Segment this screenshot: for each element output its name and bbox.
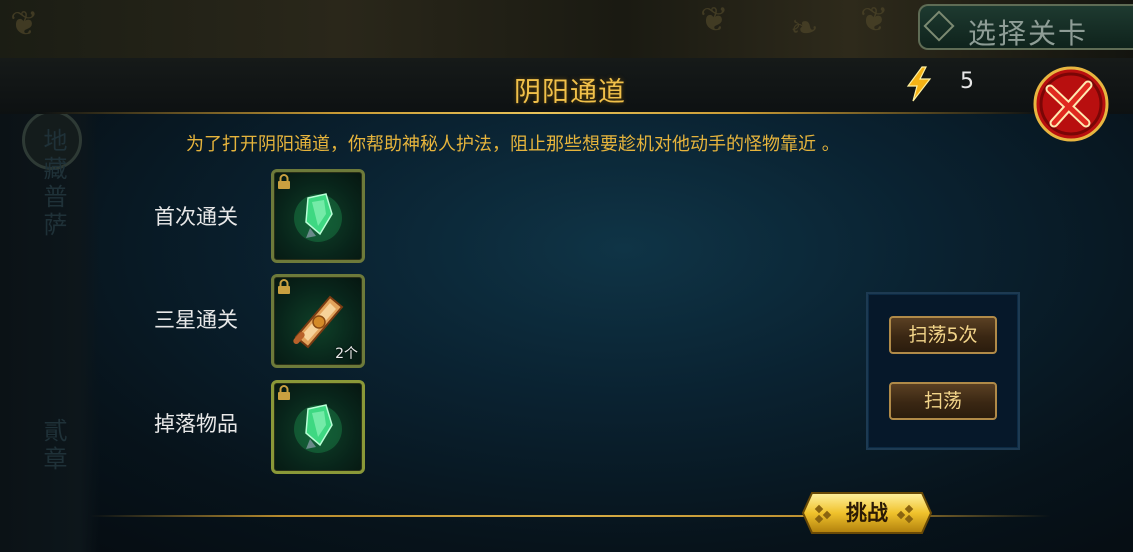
leaf-decoration-icon: ❦ bbox=[860, 0, 889, 40]
stage-select-label: 选择关卡 bbox=[968, 17, 1089, 50]
drop-items-label: 掉落物品 bbox=[154, 412, 238, 436]
first-clear-reward-slot[interactable] bbox=[271, 169, 365, 263]
leaf-decoration-icon: ❧ bbox=[790, 8, 819, 48]
stage-description: 为了打开阴阳通道，你帮助神秘人护法，阻止那些想要趁机对他动手的怪物靠近 。 bbox=[186, 134, 840, 155]
challenge-button[interactable]: 挑战 bbox=[801, 492, 933, 534]
stage-select-tab[interactable]: 选择关卡 bbox=[918, 4, 1133, 50]
diamond-ornament-icon bbox=[923, 10, 955, 42]
leaf-decoration-icon: ❦ bbox=[10, 4, 39, 44]
sweep-button[interactable]: 扫荡 bbox=[889, 382, 997, 420]
energy-count: 5 bbox=[960, 69, 974, 94]
game-screen: ❦ ❦ ❧ ❦ 选择关卡 地藏普萨 貳章 阴阳通道 5 为了打开阴阳通道，你帮助… bbox=[0, 0, 1133, 552]
sweep-panel: 扫荡5次 扫荡 bbox=[866, 292, 1020, 450]
three-star-reward-slot[interactable]: 2个 bbox=[271, 274, 365, 368]
leaf-decoration-icon: ❦ bbox=[700, 0, 729, 40]
header-divider bbox=[40, 112, 1040, 114]
drop-items-reward-slot[interactable] bbox=[271, 380, 365, 474]
lightning-energy-icon bbox=[906, 66, 932, 102]
sweep-5-times-button[interactable]: 扫荡5次 bbox=[889, 316, 997, 354]
green-crystal-icon bbox=[294, 193, 342, 242]
challenge-label: 挑战 bbox=[846, 501, 888, 525]
green-crystal-icon bbox=[294, 404, 342, 453]
three-star-label: 三星通关 bbox=[154, 308, 238, 332]
close-button[interactable] bbox=[1028, 61, 1114, 147]
first-clear-label: 首次通关 bbox=[154, 205, 238, 229]
stage-title: 阴阳通道 bbox=[514, 77, 626, 108]
stage-detail-panel: 阴阳通道 5 为了打开阴阳通道，你帮助神秘人护法，阻止那些想要趁机对他动手的怪物… bbox=[0, 58, 1133, 552]
item-count: 2个 bbox=[335, 346, 358, 362]
